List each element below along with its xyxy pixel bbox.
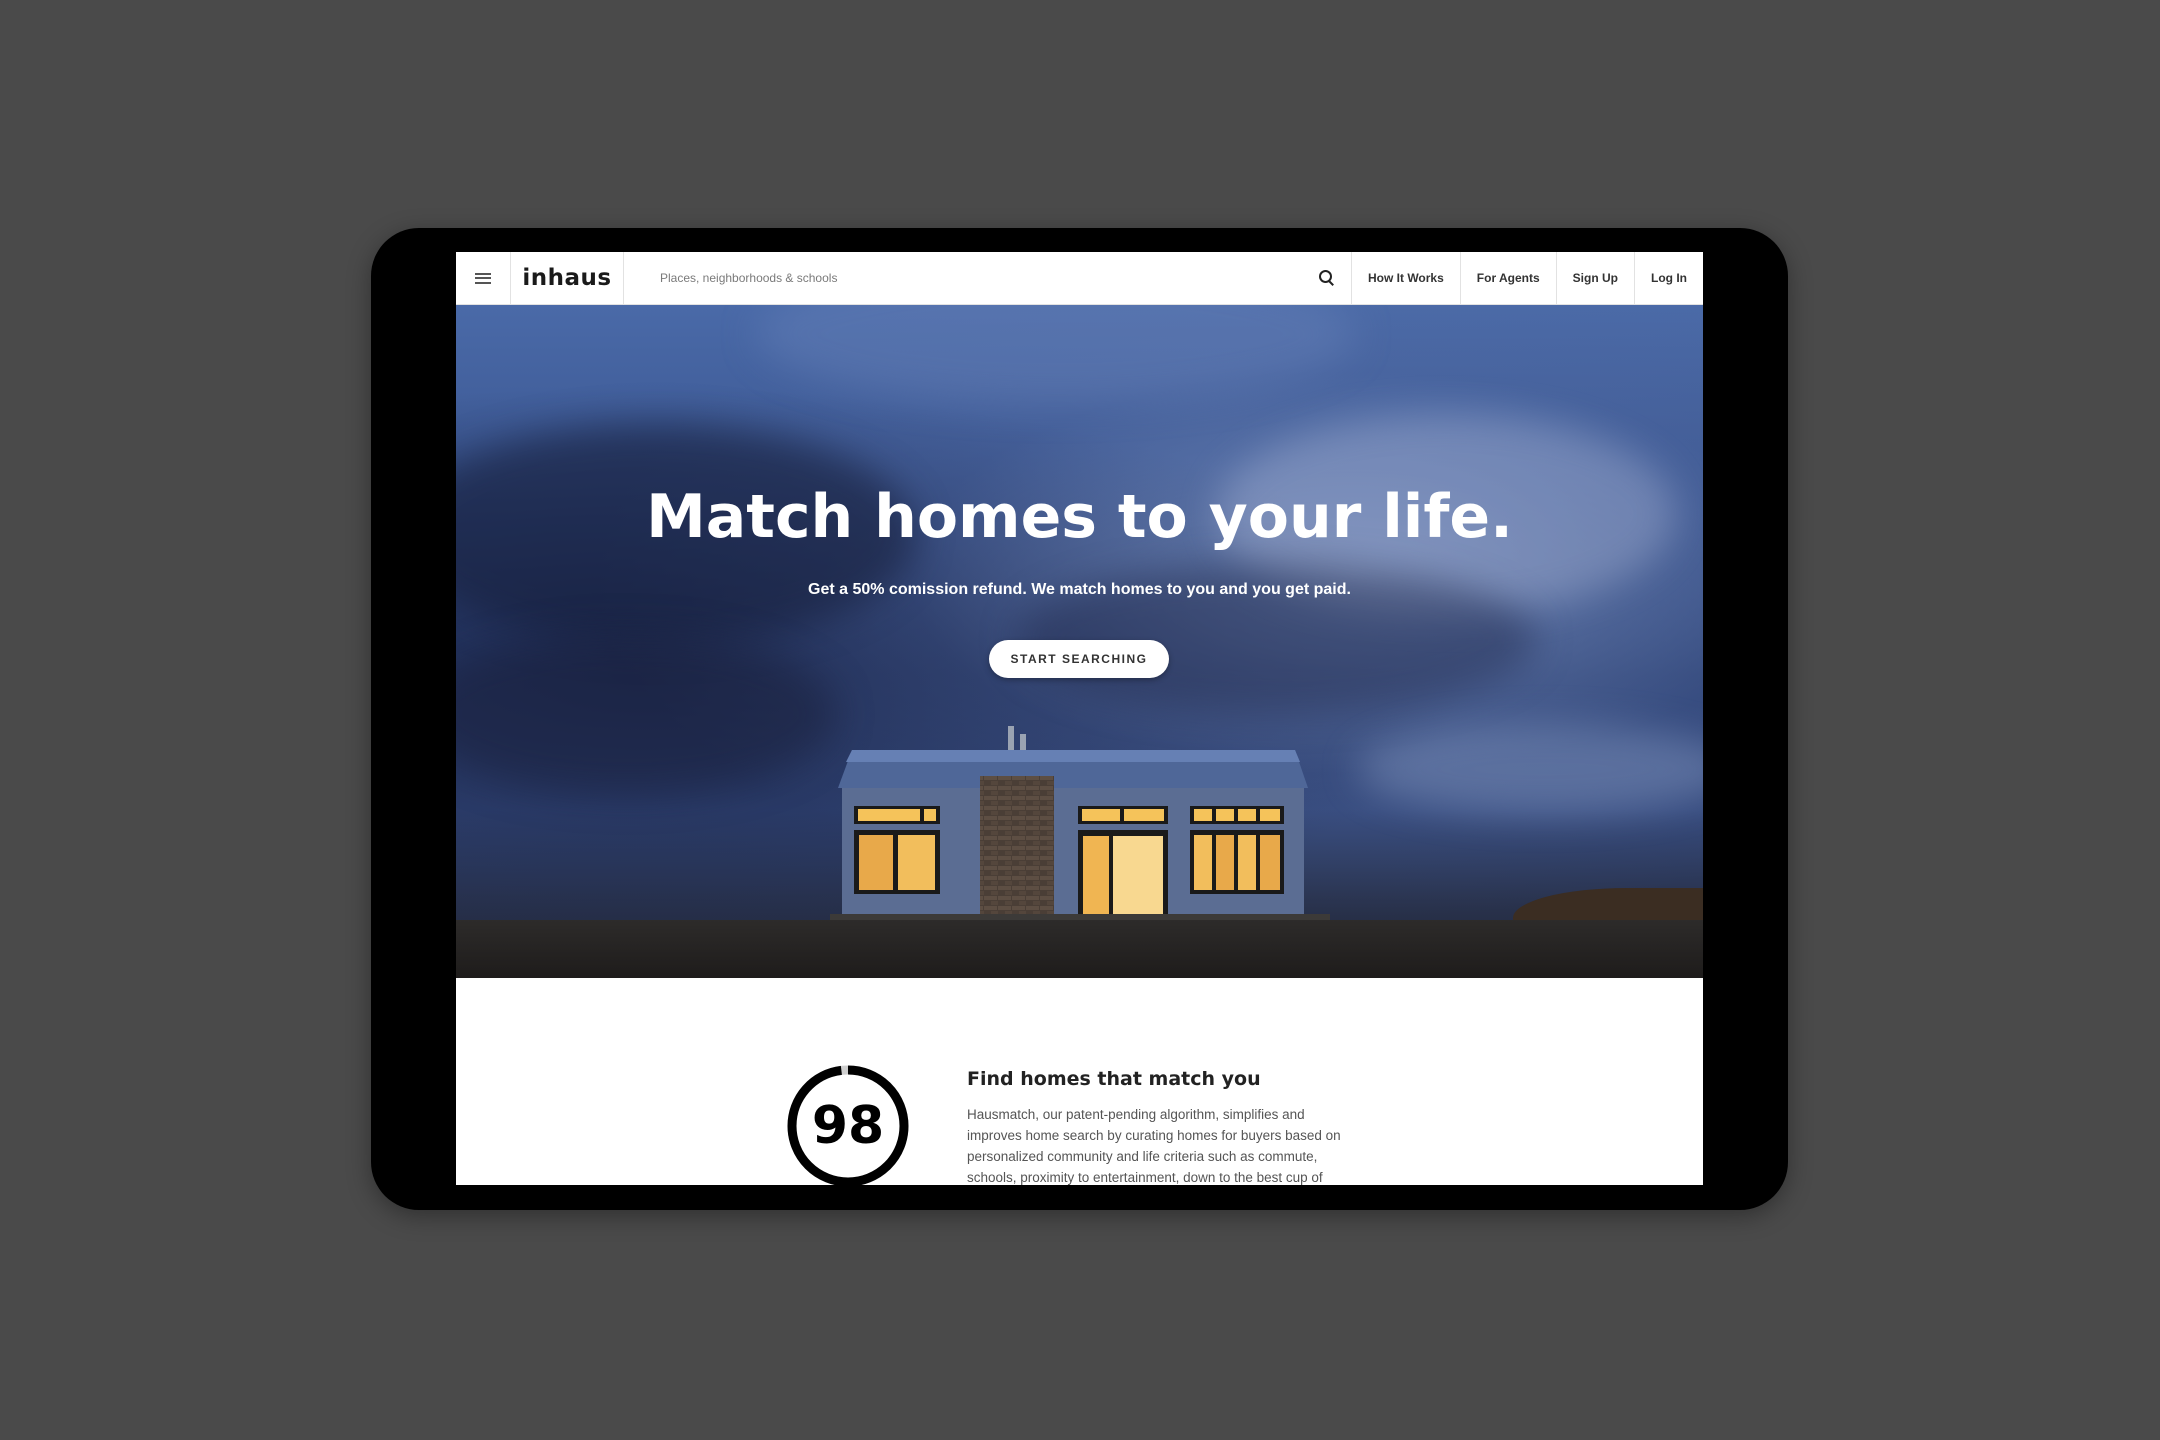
feature-description: Hausmatch, our patent-pending algorithm,… xyxy=(967,1107,1341,1185)
nav-link-how-it-works[interactable]: How It Works xyxy=(1352,252,1461,304)
tablet-frame: inhaus How It Works For Agents Sign Up L… xyxy=(371,228,1788,1210)
search-icon[interactable] xyxy=(1317,268,1337,288)
nav-link-for-agents[interactable]: For Agents xyxy=(1461,252,1557,304)
house-illustration xyxy=(830,726,1330,920)
browser-screen: inhaus How It Works For Agents Sign Up L… xyxy=(456,252,1703,1185)
match-score: 98 xyxy=(811,1096,885,1156)
hero-title: Match homes to your life. xyxy=(646,482,1513,552)
search-bar xyxy=(624,252,1352,304)
start-searching-button[interactable]: START SEARCHING xyxy=(989,640,1169,678)
hero-section: Match homes to your life. Get a 50% comi… xyxy=(456,304,1703,978)
nav-link-log-in[interactable]: Log In xyxy=(1635,252,1703,304)
menu-button[interactable] xyxy=(456,252,511,304)
cloud xyxy=(456,634,836,794)
feature-title: Find homes that match you xyxy=(967,1068,1261,1090)
cloud xyxy=(1356,724,1703,814)
logo[interactable]: inhaus xyxy=(511,252,624,304)
grass-field xyxy=(456,920,1703,978)
nav-link-sign-up[interactable]: Sign Up xyxy=(1557,252,1635,304)
search-input[interactable] xyxy=(658,270,1317,286)
hamburger-menu-icon xyxy=(475,272,491,284)
cloud xyxy=(756,304,1356,404)
feature-section: 98 Find homes that match you Hausmatch, … xyxy=(456,978,1703,1185)
top-nav: inhaus How It Works For Agents Sign Up L… xyxy=(456,252,1703,305)
hero-subtitle: Get a 50% comission refund. We match hom… xyxy=(808,581,1351,598)
